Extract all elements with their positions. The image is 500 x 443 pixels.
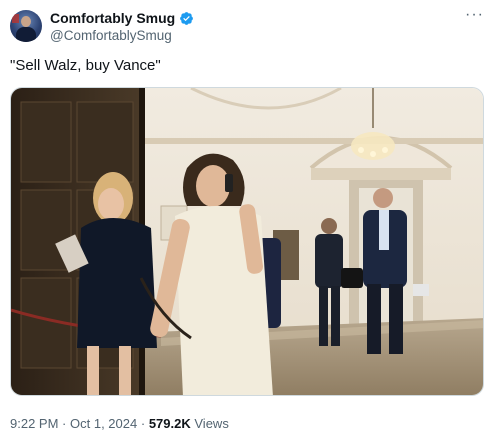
tweet-text: "Sell Walz, buy Vance" [10,57,161,74]
author-name-row: Comfortably Smug [50,10,194,26]
avatar-head [21,16,31,27]
photo-scene [11,88,483,395]
views-label: Views [194,416,229,431]
tweet-photo[interactable] [10,87,484,396]
author-display-name[interactable]: Comfortably Smug [50,10,175,26]
author-avatar[interactable] [10,10,42,42]
meta-separator-2: · [140,416,146,431]
views-count[interactable]: 579.2K [149,416,191,431]
author-handle[interactable]: @ComfortablySmug [50,28,172,43]
avatar-flag-detail [12,14,19,23]
avatar-body [16,27,36,42]
tweet-date[interactable]: Oct 1, 2024 [70,416,137,431]
more-horizontal-icon[interactable]: ··· [465,6,484,24]
meta-separator-1: · [62,416,67,431]
tweet-meta: 9:22 PM · Oct 1, 2024 · 579.2K Views [10,416,229,431]
tweet-time[interactable]: 9:22 PM [10,416,58,431]
verified-badge-icon [180,11,194,25]
